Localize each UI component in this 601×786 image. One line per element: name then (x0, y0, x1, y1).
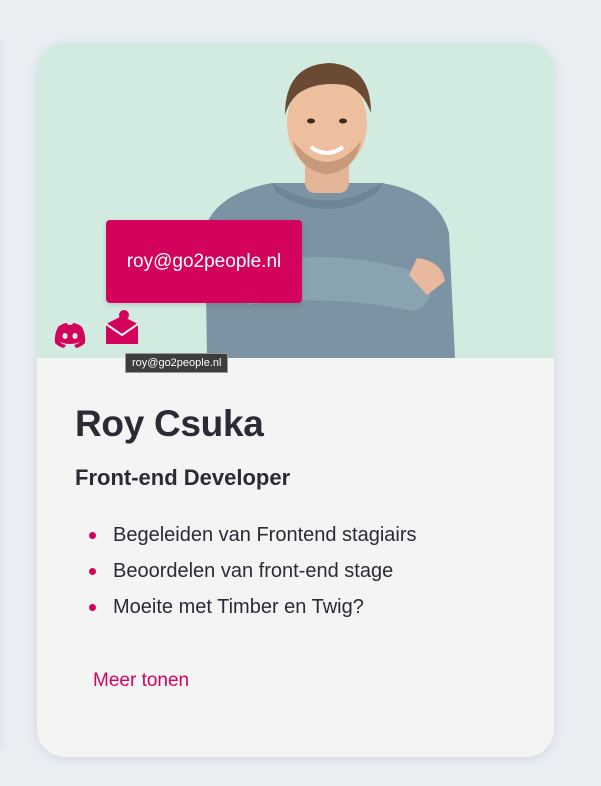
social-links (51, 310, 141, 354)
discord-icon[interactable] (51, 316, 89, 354)
list-item: Moeite met Timber en Twig? (89, 589, 524, 625)
show-more-link[interactable]: Meer tonen (93, 670, 189, 692)
mail-icon[interactable] (103, 308, 141, 346)
profile-card: roy@go2people.nl roy@go2people.nl Roy Cs… (37, 43, 554, 757)
profile-name: Roy Csuka (75, 403, 264, 444)
list-item: Beoordelen van front-end stage (89, 553, 524, 589)
profile-role: Front-end Developer (75, 465, 291, 490)
email-popup-text: roy@go2people.nl (126, 250, 282, 272)
email-tooltip: roy@go2people.nl (125, 353, 229, 373)
profile-photo (205, 63, 455, 358)
page-edge-shadow (0, 40, 6, 750)
profile-content: Roy Csuka Front-end Developer Begeleiden… (75, 403, 524, 625)
email-popup[interactable]: roy@go2people.nl (106, 220, 302, 303)
list-item: Begeleiden van Frontend stagiairs (89, 517, 524, 553)
task-list: Begeleiden van Frontend stagiairs Beoord… (75, 517, 524, 625)
